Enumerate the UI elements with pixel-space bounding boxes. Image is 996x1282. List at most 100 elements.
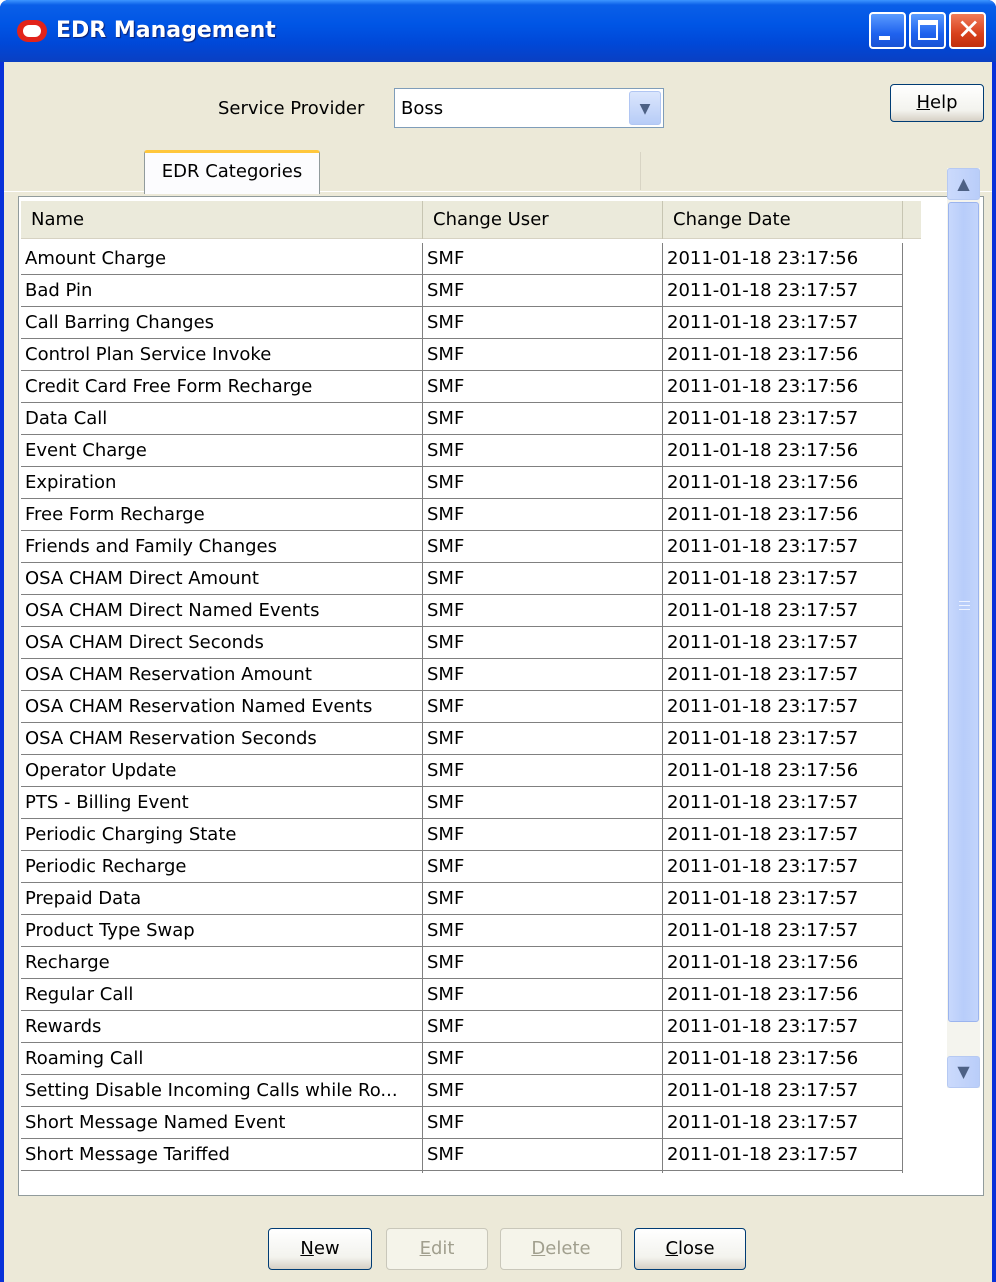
table-row[interactable]: OSA CHAM Direct Seconds SMF 2011-01-18 23:…: [21, 627, 903, 659]
cell-name: OSA CHAM Reservation Amount: [21, 659, 423, 691]
cell-change-date: 2011-01-18 23:17:57: [663, 627, 903, 659]
table-row[interactable]: Product Type Swap SMF 2011-01-18 23:17:57: [21, 915, 903, 947]
cell-change-date: 2011-01-18 23:17:57: [663, 563, 903, 595]
cell-change-date: 2011-01-18 23:17:57: [663, 1107, 903, 1139]
scrollbar-thumb[interactable]: [948, 202, 979, 1022]
cell-name: PTS - Billing Event: [21, 787, 423, 819]
cell-change-date: 2011-01-18 23:17:57: [663, 307, 903, 339]
cell-change-date: 2011-01-18 23:17:56: [663, 467, 903, 499]
new-button[interactable]: New: [268, 1228, 372, 1270]
cell-name: Control Plan Service Invoke: [21, 339, 423, 371]
service-provider-value: Boss: [401, 98, 444, 119]
close-icon: ✕: [957, 13, 981, 46]
table-row[interactable]: Regular Call SMF 2011-01-18 23:17:56: [21, 979, 903, 1011]
cell-change-date: 2011-01-18 23:17:57: [663, 1171, 903, 1173]
cell-change-date: 2011-01-18 23:17:56: [663, 947, 903, 979]
cell-name: Product Type Swap: [21, 915, 423, 947]
table-row[interactable]: Short Message Named Event SMF 2011-01-18 2…: [21, 1107, 903, 1139]
table-row[interactable]: Periodic Charging State SMF 2011-01-18 23:…: [21, 819, 903, 851]
cell-change-user: SMF: [423, 1011, 663, 1043]
cell-change-user: SMF: [423, 723, 663, 755]
cell-name: Friends and Family Changes: [21, 531, 423, 563]
cell-change-user: SMF: [423, 755, 663, 787]
table-row[interactable]: Prepaid Data SMF 2011-01-18 23:17:57: [21, 883, 903, 915]
cell-change-user: SMF: [423, 435, 663, 467]
cell-name: OSA CHAM Direct Named Events: [21, 595, 423, 627]
scroll-down-arrow-icon[interactable]: ▼: [947, 1056, 980, 1088]
table-row[interactable]: Event Charge SMF 2011-01-18 23:17:56: [21, 435, 903, 467]
column-header-change-date[interactable]: Change Date: [663, 201, 903, 239]
table-row[interactable]: Video CallSMF2011-01-18 23:17:57: [21, 1171, 903, 1173]
close-window-button[interactable]: ✕: [949, 12, 986, 49]
cell-change-user: SMF: [423, 883, 663, 915]
table-row[interactable]: Amount Charge SMF 2011-01-18 23:17:56: [21, 243, 903, 275]
table-row[interactable]: OSA CHAM Reservation Amount SMF 2011-01-18…: [21, 659, 903, 691]
table-row[interactable]: OSA CHAM Reservation Named Events SMF 2011…: [21, 691, 903, 723]
vertical-scrollbar[interactable]: ▲ ▼: [947, 168, 980, 1088]
table-row[interactable]: OSA CHAM Direct Amount SMF 2011-01-18 23:1…: [21, 563, 903, 595]
cell-change-date: 2011-01-18 23:17:57: [663, 595, 903, 627]
minimize-button[interactable]: [869, 12, 906, 49]
minimize-icon: [879, 36, 890, 40]
cell-change-user: SMF: [423, 499, 663, 531]
maximize-icon: [918, 20, 938, 40]
cell-name: Roaming Call: [21, 1043, 423, 1075]
cell-change-date: 2011-01-18 23:17:57: [663, 1075, 903, 1107]
cell-change-user: SMF: [423, 467, 663, 499]
table-row[interactable]: OSA CHAM Reservation Seconds SMF 2011-01-1…: [21, 723, 903, 755]
cell-change-user: SMF: [423, 851, 663, 883]
cell-change-date: 2011-01-18 23:17:56: [663, 435, 903, 467]
cell-name: OSA CHAM Reservation Seconds: [21, 723, 423, 755]
cell-name: Regular Call: [21, 979, 423, 1011]
table-row[interactable]: Recharge SMF 2011-01-18 23:17:56: [21, 947, 903, 979]
table-row[interactable]: Credit Card Free Form Recharge SMF 2011-01…: [21, 371, 903, 403]
column-header-name[interactable]: Name: [21, 201, 423, 239]
table-row[interactable]: Call Barring Changes SMF 2011-01-18 23:17:…: [21, 307, 903, 339]
table-row[interactable]: Control Plan Service Invoke SMF 2011-01-18…: [21, 339, 903, 371]
cell-change-date: 2011-01-18 23:17:57: [663, 659, 903, 691]
title-bar[interactable]: EDR Management ✕: [0, 0, 996, 62]
scroll-up-arrow-icon[interactable]: ▲: [947, 168, 980, 200]
cell-change-date: 2011-01-18 23:17:56: [663, 339, 903, 371]
maximize-button[interactable]: [909, 12, 946, 49]
table-row[interactable]: Roaming Call SMF 2011-01-18 23:17:56: [21, 1043, 903, 1075]
help-button[interactable]: Help: [890, 84, 984, 122]
tab-edr-categories[interactable]: EDR Categories: [144, 150, 320, 194]
cell-change-date: 2011-01-18 23:17:57: [663, 275, 903, 307]
cell-change-user: SMF: [423, 595, 663, 627]
cell-change-user: SMF: [423, 1043, 663, 1075]
cell-name: Operator Update: [21, 755, 423, 787]
cell-change-date: 2011-01-18 23:17:57: [663, 403, 903, 435]
service-provider-select[interactable]: Boss ▼: [394, 88, 664, 128]
table-row[interactable]: Friends and Family Changes SMF 2011-01-18 …: [21, 531, 903, 563]
cell-change-date: 2011-01-18 23:17:57: [663, 915, 903, 947]
cell-change-user: SMF: [423, 1171, 663, 1173]
table-row[interactable]: Data Call SMF 2011-01-18 23:17:57: [21, 403, 903, 435]
table-row[interactable]: Free Form Recharge SMF 2011-01-18 23:17:56: [21, 499, 903, 531]
close-button[interactable]: Close: [634, 1228, 746, 1270]
table-row[interactable]: Short Message Tariffed SMF 2011-01-18 23:1…: [21, 1139, 903, 1171]
table-row[interactable]: Expiration SMF 2011-01-18 23:17:56: [21, 467, 903, 499]
table-row[interactable]: OSA CHAM Direct Named Events SMF 2011-01-1…: [21, 595, 903, 627]
cell-change-date: 2011-01-18 23:17:57: [663, 1011, 903, 1043]
table-row[interactable]: Rewards SMF 2011-01-18 23:17:57: [21, 1011, 903, 1043]
column-header-change-user[interactable]: Change User: [423, 201, 663, 239]
cell-name: Rewards: [21, 1011, 423, 1043]
table-row[interactable]: Operator Update SMF 2011-01-18 23:17:56: [21, 755, 903, 787]
cell-change-user: SMF: [423, 1107, 663, 1139]
chevron-down-icon[interactable]: ▼: [629, 91, 661, 125]
cell-change-user: SMF: [423, 691, 663, 723]
table-row[interactable]: Bad Pin SMF 2011-01-18 23:17:57: [21, 275, 903, 307]
cell-change-user: SMF: [423, 1075, 663, 1107]
edit-button[interactable]: Edit: [386, 1228, 488, 1270]
delete-button[interactable]: Delete: [500, 1228, 622, 1270]
table-row[interactable]: Setting Disable Incoming Calls while Ro.…: [21, 1075, 903, 1107]
tab-strip-divider: [640, 152, 641, 190]
cell-change-date: 2011-01-18 23:17:57: [663, 819, 903, 851]
table-row[interactable]: Periodic Recharge SMF 2011-01-18 23:17:57: [21, 851, 903, 883]
cell-name: Short Message Named Event: [21, 1107, 423, 1139]
table-row[interactable]: PTS - Billing Event SMF 2011-01-18 23:17:5…: [21, 787, 903, 819]
cell-change-user: SMF: [423, 563, 663, 595]
cell-change-user: SMF: [423, 979, 663, 1011]
cell-change-date: 2011-01-18 23:17:57: [663, 1139, 903, 1171]
